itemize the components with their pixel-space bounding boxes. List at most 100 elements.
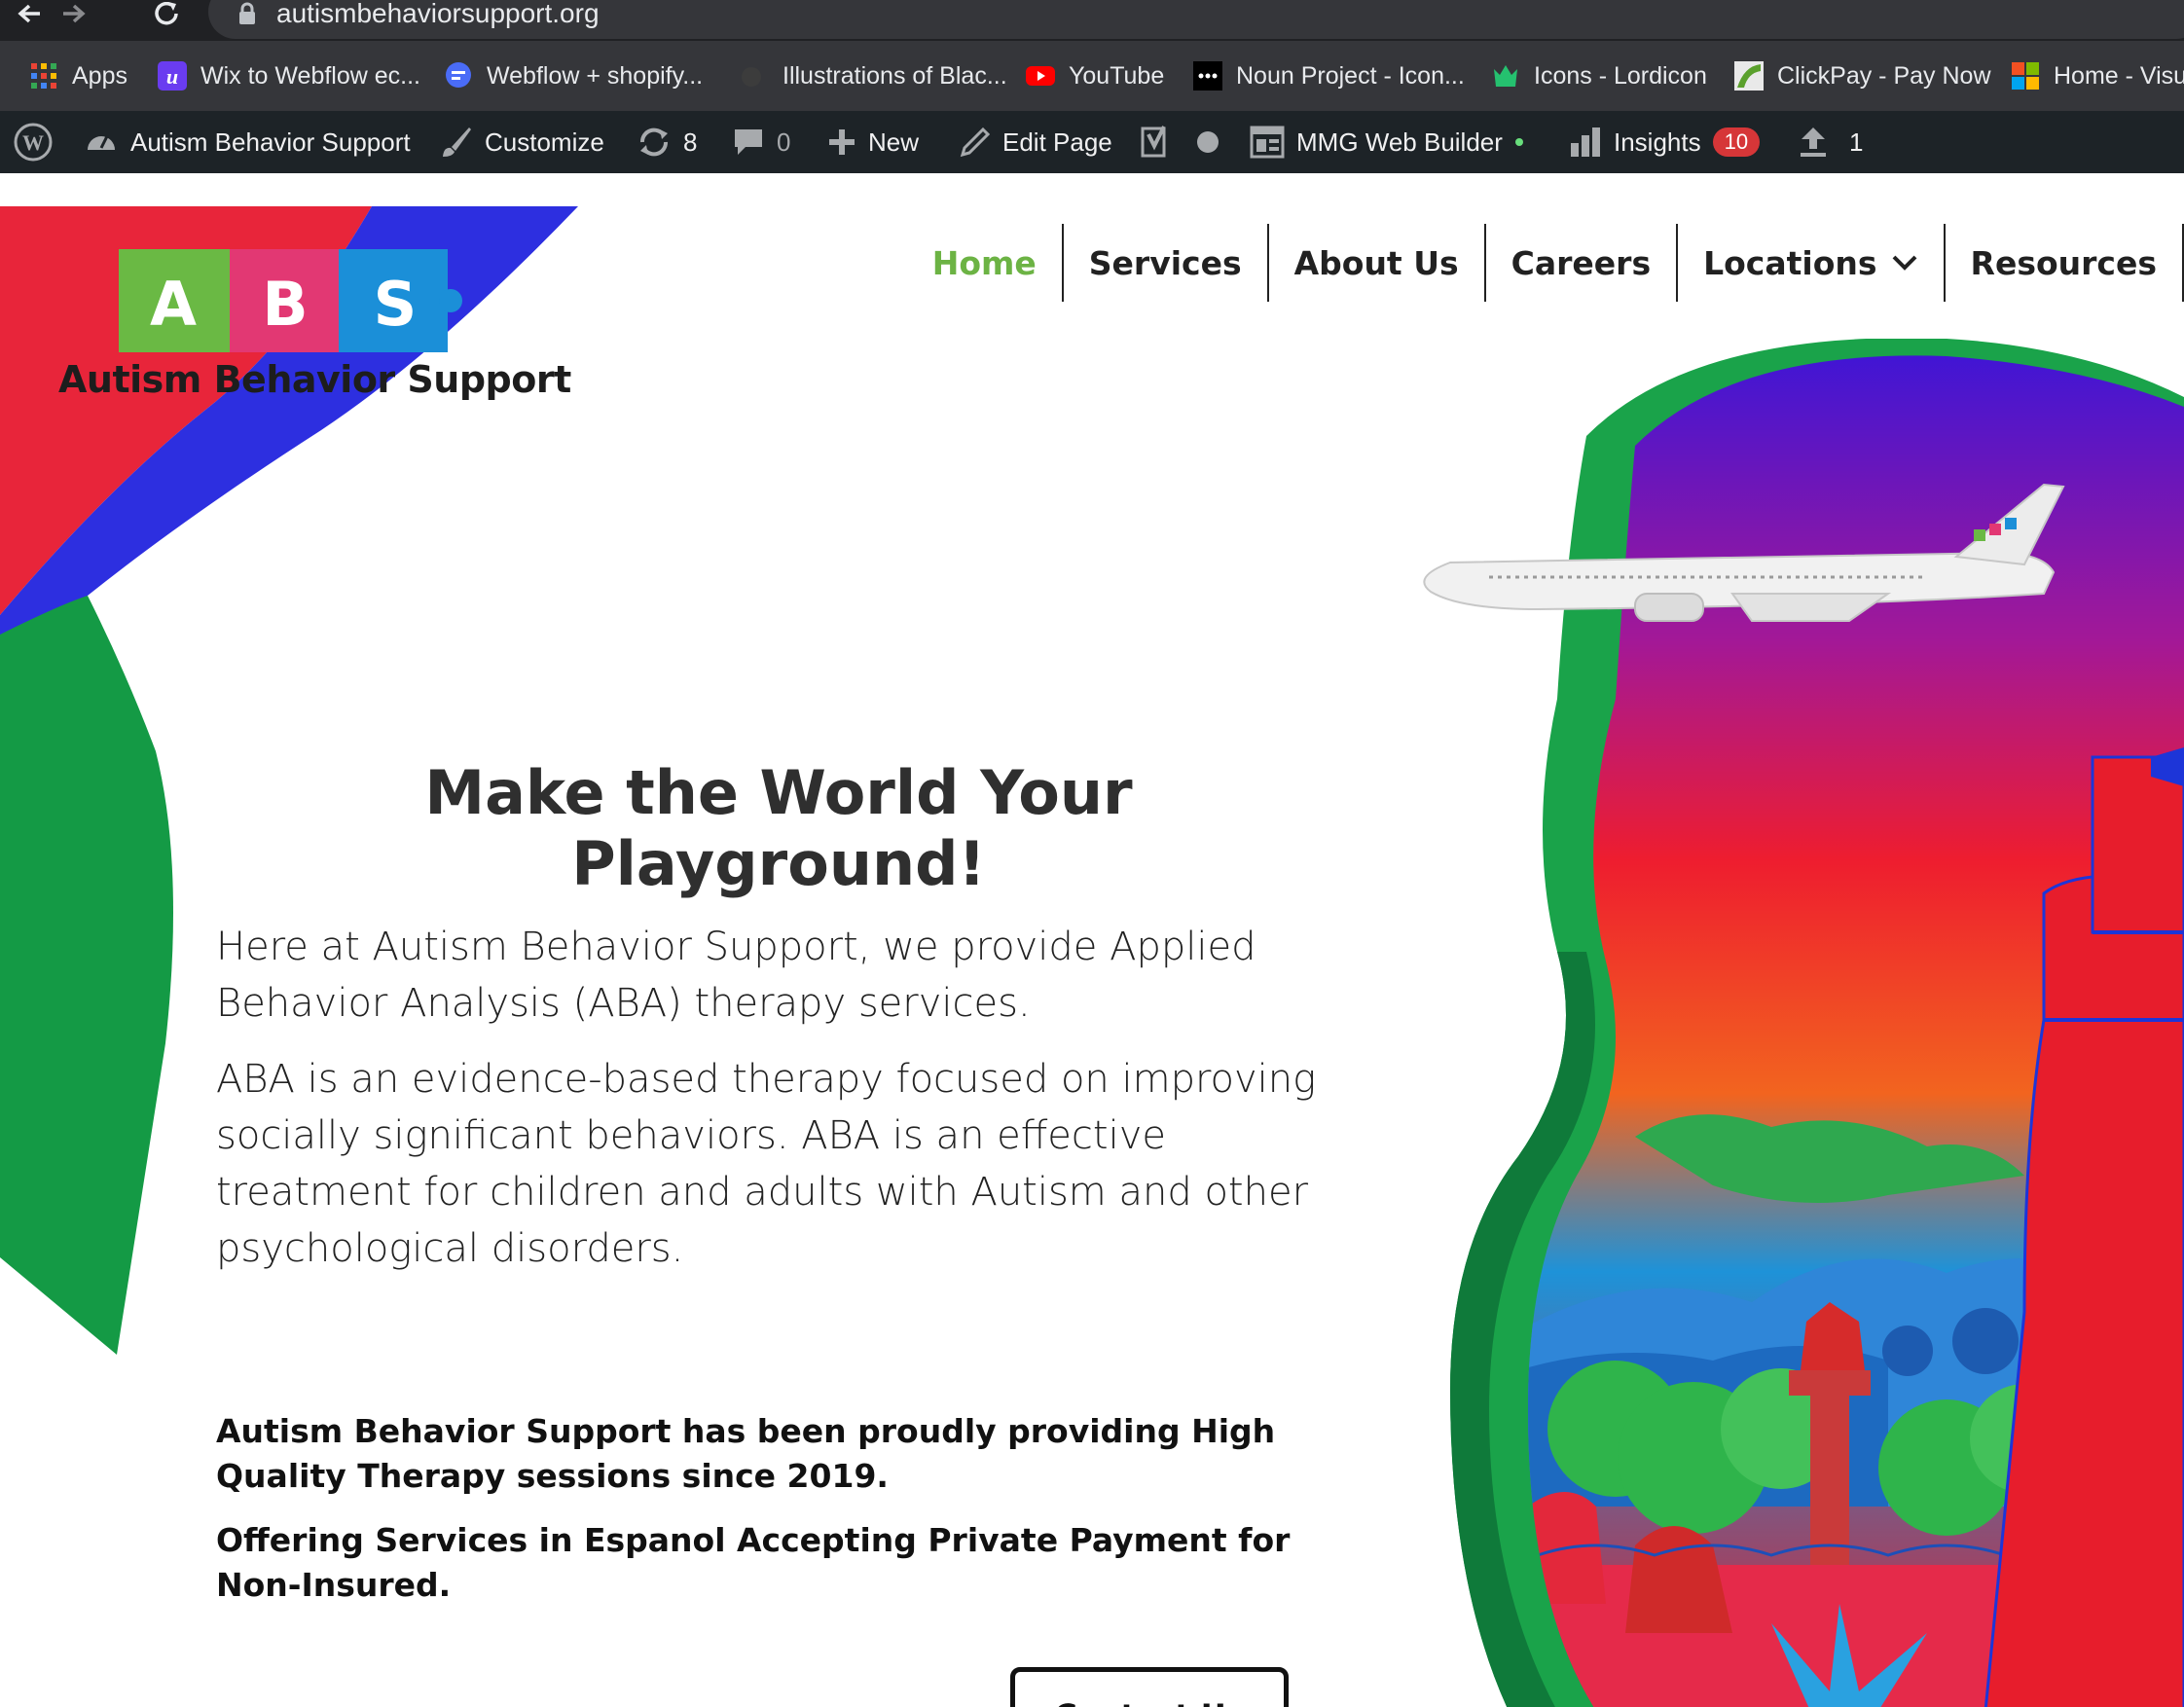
forward-button[interactable] (53, 0, 95, 33)
bar-chart-icon (1571, 127, 1600, 157)
bookmark-home-visu[interactable]: Home - Visu (2011, 41, 2184, 111)
logo-letter-a: A (150, 269, 197, 340)
website-viewport: A B S Autism Behavior Support Home Servi… (0, 173, 2184, 1707)
address-bar-url[interactable]: autismbehaviorsupport.org (276, 0, 600, 29)
bookmark-label: Apps (72, 61, 127, 90)
browser-toolbar: autismbehaviorsupport.org (0, 0, 2184, 41)
bookmark-youtube[interactable]: YouTube (1026, 41, 1164, 111)
admin-site-name[interactable]: Autism Behavior Support (84, 111, 411, 173)
paintbrush-icon (443, 127, 471, 157)
bookmarks-bar: Apps u Wix to Webflow ec... Webflow + sh… (0, 41, 2184, 111)
bookmark-label: ClickPay - Pay Now (1777, 61, 1991, 90)
updates-refresh-icon (639, 127, 669, 157)
chevron-down-icon (1892, 255, 1916, 271)
nav-about-us[interactable]: About Us (1269, 224, 1486, 302)
nav-careers-label: Careers (1511, 243, 1652, 282)
youtube-icon (1026, 66, 1055, 86)
wordpress-icon: W (14, 123, 53, 162)
insights-count-badge: 10 (1712, 127, 1761, 157)
lock-icon (239, 2, 255, 24)
nav-services[interactable]: Services (1064, 224, 1269, 302)
admin-customize-label: Customize (485, 127, 604, 157)
admin-new[interactable]: New (827, 111, 919, 173)
plus-icon (829, 129, 855, 155)
admin-new-label: New (868, 127, 920, 157)
bookmark-label: Noun Project - Icon... (1236, 61, 1465, 90)
admin-comments[interactable]: 0 (732, 111, 790, 173)
wp-admin-bar: W Autism Behavior Support Customize 8 0 (0, 111, 2184, 173)
admin-customize[interactable]: Customize (440, 111, 604, 173)
back-arrow-icon (18, 4, 40, 23)
admin-site-name-label: Autism Behavior Support (130, 127, 411, 157)
admin-uploads[interactable]: 1 (1799, 111, 1863, 173)
dashboard-gauge-icon (88, 135, 115, 150)
noun-project-icon (1193, 61, 1222, 91)
bookmark-wix-to-webflow[interactable]: u Wix to Webflow ec... (158, 41, 420, 111)
nav-home[interactable]: Home (907, 224, 1064, 302)
hero-title: Make the World Your Playground! (424, 757, 1133, 899)
forward-arrow-icon (63, 4, 86, 23)
nav-locations[interactable]: Locations (1678, 224, 1946, 302)
microsoft-icon (2012, 62, 2039, 90)
admin-edit-page-label: Edit Page (1002, 127, 1112, 157)
logo-letter-b: B (262, 269, 308, 340)
since-2019-text: Autism Behavior Support has been proudly… (216, 1412, 1276, 1495)
admin-mmg-web-builder[interactable]: MMG Web Builder (1250, 111, 1524, 173)
admin-insights[interactable]: Insights 10 (1569, 111, 1761, 173)
nav-home-label: Home (931, 243, 1037, 282)
aba-paragraph: ABA is an evidence-based therapy focused… (216, 1057, 1317, 1271)
bookmark-noun-project[interactable]: Noun Project - Icon... (1193, 41, 1465, 111)
apps-grid-icon (31, 63, 56, 89)
back-button[interactable] (8, 0, 51, 33)
admin-builder-label: MMG Web Builder (1296, 127, 1503, 157)
admin-uploads-count: 1 (1849, 127, 1864, 157)
bookmark-label: YouTube (1069, 61, 1165, 90)
bookmark-label: Icons - Lordicon (1534, 61, 1707, 90)
chat-bubble-icon (446, 62, 471, 88)
wp-logo-button[interactable]: W (14, 111, 53, 173)
nav-services-label: Services (1088, 243, 1242, 282)
bookmark-illustrations[interactable]: Illustrations of Blac... (740, 41, 1007, 111)
yoast-icon (1141, 126, 1166, 158)
nav-resources[interactable]: Resources (1946, 224, 2184, 302)
contact-us-button[interactable]: Contact Us (1010, 1667, 1289, 1707)
admin-comments-count: 0 (777, 127, 791, 157)
contact-us-label: Contact Us (1054, 1697, 1245, 1707)
admin-insights-label: Insights (1614, 127, 1701, 157)
site-dot-icon (742, 67, 761, 87)
reload-button[interactable] (146, 0, 189, 33)
admin-updates-count: 8 (683, 127, 698, 157)
bookmark-clickpay[interactable]: ClickPay - Pay Now (1734, 41, 1991, 111)
svg-text:W: W (22, 130, 44, 155)
builder-layout-icon (1250, 126, 1285, 159)
svg-text:u: u (166, 64, 178, 89)
bookmark-label: Wix to Webflow ec... (200, 61, 420, 90)
admin-updates[interactable]: 8 (637, 111, 697, 173)
nav-careers[interactable]: Careers (1486, 224, 1679, 302)
logo-text[interactable]: Autism Behavior Support (58, 358, 571, 401)
bookmark-label: Illustrations of Blac... (783, 61, 1007, 90)
reload-icon (155, 2, 178, 25)
webflow-u-icon: u (158, 61, 187, 91)
admin-yoast[interactable] (1139, 111, 1220, 173)
comment-bubble-icon (735, 129, 762, 155)
nav-locations-label: Locations (1703, 243, 1877, 282)
online-dot-icon (1514, 138, 1523, 146)
bookmark-apps[interactable]: Apps (29, 41, 127, 111)
abs-puzzle-logo: A B S (119, 249, 462, 352)
bookmark-lordicon[interactable]: Icons - Lordicon (1491, 41, 1707, 111)
upload-icon (1801, 127, 1826, 157)
logo-letter-s: S (374, 269, 418, 340)
bookmark-label: Webflow + shopify... (487, 61, 704, 90)
pencil-icon (960, 127, 991, 158)
main-nav: Home Services About Us Careers Locations… (907, 224, 2184, 302)
espanol-services-text: Offering Services in Espanol Accepting P… (216, 1521, 1291, 1604)
clickpay-icon (1734, 61, 1764, 91)
status-dot-icon (1197, 131, 1219, 153)
bookmark-label: Home - Visu (2054, 61, 2184, 90)
lordicon-icon (1494, 65, 1517, 87)
admin-edit-page[interactable]: Edit Page (960, 111, 1112, 173)
hero-illustration (1423, 339, 2184, 1707)
nav-resources-label: Resources (1970, 243, 2157, 282)
bookmark-webflow-shopify[interactable]: Webflow + shopify... (444, 41, 703, 111)
